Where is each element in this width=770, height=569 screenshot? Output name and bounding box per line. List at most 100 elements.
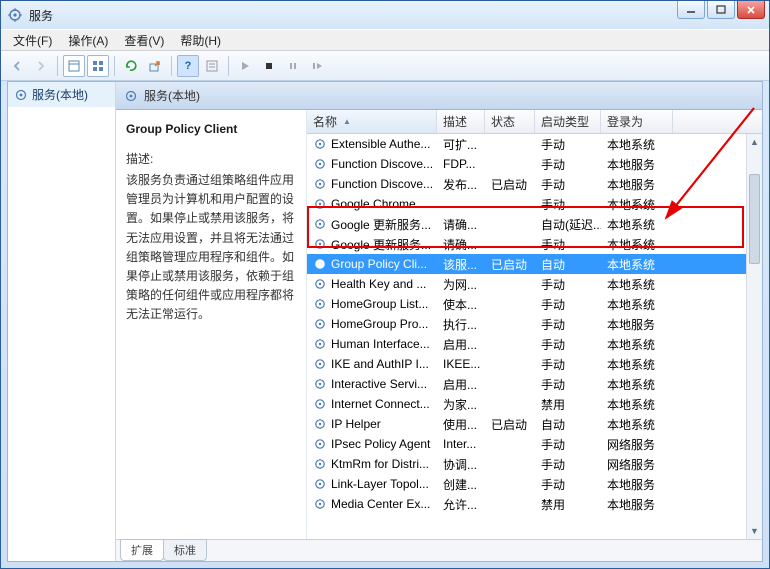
gear-icon	[313, 217, 327, 231]
cell-status	[485, 483, 535, 485]
cell-status	[485, 343, 535, 345]
table-row[interactable]: Link-Layer Topol...创建...手动本地服务	[307, 474, 762, 494]
cell-name: Interactive Servi...	[307, 376, 437, 392]
cell-name: Group Policy Cli...	[307, 256, 437, 272]
scroll-thumb[interactable]	[749, 174, 760, 264]
cell-name: Google 更新服务...	[307, 235, 437, 254]
cell-logon: 本地服务	[601, 315, 673, 334]
column-header-startup[interactable]: 启动类型	[535, 110, 601, 133]
cell-logon: 本地服务	[601, 175, 673, 194]
table-row[interactable]: Google 更新服务...请确...自动(延迟...本地系统	[307, 214, 762, 234]
gear-icon	[313, 277, 327, 291]
table-row[interactable]: HomeGroup List...使本...手动本地系统	[307, 294, 762, 314]
cell-status	[485, 463, 535, 465]
cell-desc: 允许...	[437, 495, 485, 514]
pause-service-button[interactable]	[282, 55, 304, 77]
table-row[interactable]: Internet Connect...为家...禁用本地系统	[307, 394, 762, 414]
cell-name: IP Helper	[307, 416, 437, 432]
back-button[interactable]	[6, 55, 28, 77]
restart-service-button[interactable]	[306, 55, 328, 77]
table-row[interactable]: Group Policy Cli...该服...已启动自动本地系统	[307, 254, 762, 274]
gear-icon	[313, 477, 327, 491]
cell-desc: 可扩...	[437, 135, 485, 154]
minimize-button[interactable]	[677, 1, 705, 19]
table-row[interactable]: Google Chrome手动本地系统	[307, 194, 762, 214]
cell-name: Link-Layer Topol...	[307, 476, 437, 492]
cell-status	[485, 163, 535, 165]
column-header-name[interactable]: 名称▲	[307, 110, 437, 133]
column-header-status[interactable]: 状态	[485, 110, 535, 133]
gear-icon	[313, 337, 327, 351]
start-service-button[interactable]	[234, 55, 256, 77]
menu-action[interactable]: 操作(A)	[60, 30, 116, 51]
vertical-scrollbar[interactable]: ▲ ▼	[746, 134, 762, 539]
cell-name: Extensible Authe...	[307, 136, 437, 152]
close-button[interactable]	[737, 1, 765, 19]
table-row[interactable]: Function Discove...FDP...手动本地服务	[307, 154, 762, 174]
cell-startup: 手动	[535, 335, 601, 354]
service-list[interactable]: Extensible Authe...可扩...手动本地系统Function D…	[307, 134, 762, 514]
scroll-up-button[interactable]: ▲	[747, 134, 762, 150]
properties-button[interactable]	[201, 55, 223, 77]
gear-icon	[313, 497, 327, 511]
cell-status	[485, 243, 535, 245]
table-row[interactable]: Google 更新服务...请确...手动本地系统	[307, 234, 762, 254]
cell-name: Human Interface...	[307, 336, 437, 352]
table-row[interactable]: IP Helper使用...已启动自动本地系统	[307, 414, 762, 434]
window-title: 服务	[29, 7, 53, 24]
cell-startup: 手动	[535, 235, 601, 254]
toolbar-separator	[114, 56, 115, 76]
cell-logon: 本地服务	[601, 495, 673, 514]
main-pane: 服务(本地) Group Policy Client 描述: 该服务负责通过组策…	[116, 82, 762, 561]
forward-button[interactable]	[30, 55, 52, 77]
table-row[interactable]: Health Key and ...为网...手动本地系统	[307, 274, 762, 294]
table-row[interactable]: HomeGroup Pro...执行...手动本地服务	[307, 314, 762, 334]
detail-view-button[interactable]	[63, 55, 85, 77]
description-text: 该服务负责通过组策略组件应用管理员为计算机和用户配置的设置。如果停止或禁用该服务…	[126, 171, 296, 325]
table-row[interactable]: Extensible Authe...可扩...手动本地系统	[307, 134, 762, 154]
cell-startup: 手动	[535, 135, 601, 154]
column-header-logon[interactable]: 登录为	[601, 110, 673, 133]
cell-name: IKE and AuthIP I...	[307, 356, 437, 372]
tree-item-services-local[interactable]: 服务(本地)	[8, 82, 115, 107]
export-button[interactable]	[144, 55, 166, 77]
cell-status	[485, 203, 535, 205]
cell-name: Media Center Ex...	[307, 496, 437, 512]
tree-item-label: 服务(本地)	[32, 86, 88, 103]
titlebar[interactable]: 服务	[1, 1, 769, 29]
cell-status: 已启动	[485, 175, 535, 194]
cell-logon: 本地系统	[601, 255, 673, 274]
refresh-button[interactable]	[120, 55, 142, 77]
cell-status	[485, 383, 535, 385]
tree-pane[interactable]: 服务(本地)	[8, 82, 116, 561]
table-row[interactable]: IPsec Policy AgentInter...手动网络服务	[307, 434, 762, 454]
tab-extended[interactable]: 扩展	[120, 539, 164, 561]
large-icons-button[interactable]	[87, 55, 109, 77]
stop-service-button[interactable]	[258, 55, 280, 77]
cell-name: Function Discove...	[307, 156, 437, 172]
menu-help[interactable]: 帮助(H)	[172, 30, 229, 51]
cell-status	[485, 363, 535, 365]
gear-icon	[313, 237, 327, 251]
menu-view[interactable]: 查看(V)	[116, 30, 172, 51]
content-header: 服务(本地)	[116, 82, 762, 110]
services-window: 服务 文件(F) 操作(A) 查看(V) 帮助(H) ?	[0, 0, 770, 569]
menu-file[interactable]: 文件(F)	[5, 30, 60, 51]
scroll-down-button[interactable]: ▼	[747, 523, 762, 539]
cell-status: 已启动	[485, 255, 535, 274]
toolbar-separator	[57, 56, 58, 76]
table-row[interactable]: Interactive Servi...启用...手动本地系统	[307, 374, 762, 394]
table-row[interactable]: IKE and AuthIP I...IKEE...手动本地系统	[307, 354, 762, 374]
cell-desc: 协调...	[437, 455, 485, 474]
cell-desc: 使用...	[437, 415, 485, 434]
gear-icon	[313, 357, 327, 371]
maximize-button[interactable]	[707, 1, 735, 19]
table-row[interactable]: Media Center Ex...允许...禁用本地服务	[307, 494, 762, 514]
column-header-desc[interactable]: 描述	[437, 110, 485, 133]
table-row[interactable]: KtmRm for Distri...协调...手动网络服务	[307, 454, 762, 474]
tab-standard[interactable]: 标准	[163, 539, 207, 561]
table-row[interactable]: Human Interface...启用...手动本地系统	[307, 334, 762, 354]
table-row[interactable]: Function Discove...发布...已启动手动本地服务	[307, 174, 762, 194]
help-button[interactable]: ?	[177, 55, 199, 77]
cell-desc: 启用...	[437, 335, 485, 354]
